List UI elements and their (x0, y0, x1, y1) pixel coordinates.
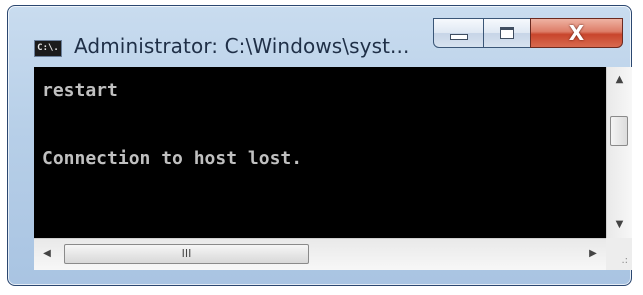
horizontal-scrollbar[interactable]: ◀ III ▶ (34, 238, 606, 270)
maximize-button[interactable] (483, 18, 531, 48)
close-icon: X (568, 21, 585, 45)
scroll-right-arrow-icon[interactable]: ▶ (580, 239, 606, 270)
scroll-up-arrow-icon[interactable]: ▲ (607, 67, 632, 93)
maximize-icon (500, 27, 514, 39)
horizontal-scroll-thumb[interactable]: III (64, 244, 309, 264)
scroll-grip-icon: III (181, 247, 192, 260)
window-title: Administrator: C:\Windows\syst... (74, 34, 410, 58)
minimize-icon (449, 34, 468, 40)
console-window: C:\. Administrator: C:\Windows\syst... X… (7, 5, 632, 286)
minimize-button[interactable] (433, 18, 484, 48)
console-line: restart (42, 80, 118, 101)
vertical-scroll-thumb[interactable] (610, 116, 628, 146)
console-line: Connection to host lost. (42, 148, 303, 169)
title-bar[interactable]: C:\. Administrator: C:\Windows\syst... X (8, 6, 631, 66)
console-output[interactable]: restart Connection to host lost. (34, 67, 606, 238)
console-app-icon[interactable]: C:\. (34, 40, 62, 57)
close-button[interactable]: X (530, 18, 623, 48)
scroll-left-arrow-icon[interactable]: ◀ (34, 239, 60, 270)
scroll-down-arrow-icon[interactable]: ▼ (607, 212, 632, 238)
vertical-scrollbar[interactable]: ▲ ▼ (606, 67, 632, 238)
resize-grip-icon[interactable]: .: (606, 238, 632, 270)
